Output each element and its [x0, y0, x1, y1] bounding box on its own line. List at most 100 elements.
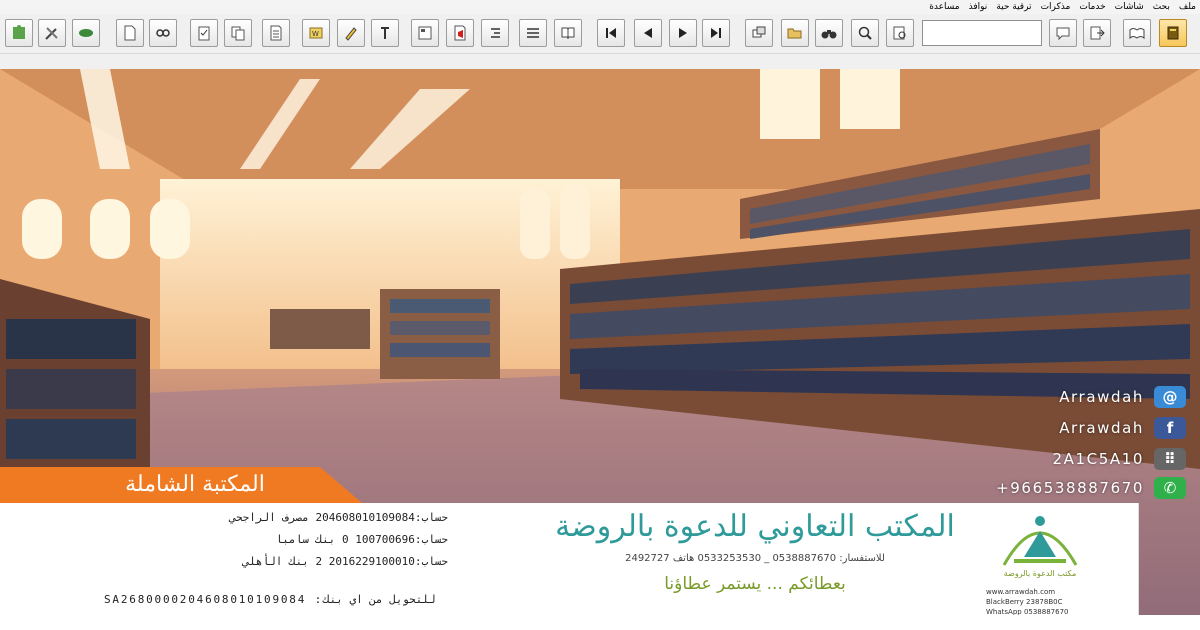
footer-panel: حساب:204608010109084 مصرف الراجحي حساب:1… — [0, 503, 1139, 616]
menu-item[interactable]: ترقية حية — [996, 0, 1031, 14]
zoom-search-button[interactable] — [851, 19, 879, 47]
office-logo: مكتب الدعوة بالروضة www.arrawdah.com Bla… — [984, 507, 1096, 616]
export-icon — [1090, 26, 1105, 40]
first-page-button[interactable] — [597, 19, 625, 47]
menu-bar: ملف بحث شاشات خدمات مذكرات ترقية حية نوافذ مساع… — [0, 0, 1200, 14]
iban-text: SA2680000204608010109084 :للتحويل من اي … — [104, 593, 436, 606]
whatsapp-icon: ✆ — [1154, 477, 1186, 499]
last-page-button[interactable] — [702, 19, 730, 47]
logo-url: www.arrawdah.com — [986, 588, 1056, 596]
library-banner-image: Arrawdah @ Arrawdah f 2A1C5A10 ⠿ +966538887670… — [0, 69, 1200, 630]
first-page-icon — [606, 28, 616, 38]
form-button[interactable] — [411, 19, 439, 47]
contact-text: Arrawdah — [1059, 419, 1144, 437]
menu-item[interactable]: بحث — [1153, 0, 1170, 14]
menu-item[interactable]: نوافذ — [969, 0, 988, 14]
open-folder-icon — [787, 28, 802, 39]
contact-email: Arrawdah @ — [1059, 385, 1186, 409]
book-button[interactable] — [554, 19, 582, 47]
justify-icon — [527, 28, 539, 38]
indent-button[interactable] — [481, 19, 509, 47]
logo-bbm: BlackBerry 23878B0C — [986, 598, 1063, 606]
next-page-button[interactable] — [669, 19, 697, 47]
mosque-logo-icon — [1002, 516, 1078, 566]
open-book-button[interactable] — [1123, 19, 1151, 47]
search-document-button[interactable] — [886, 19, 914, 47]
logo-caption: مكتب الدعوة بالروضة — [1003, 569, 1077, 578]
copy-button[interactable] — [224, 19, 252, 47]
menu-item[interactable]: ملف — [1179, 0, 1196, 14]
contact-text: 2A1C5A10 — [1052, 450, 1144, 468]
word-button[interactable]: W — [302, 19, 330, 47]
binoculars-button[interactable] — [815, 19, 843, 47]
office-slogan: بعطائكم ... يستمر عطاؤنا — [664, 574, 846, 594]
text-format-button[interactable] — [371, 19, 399, 47]
account-samba: حساب:100700696 0 بنك سامبا — [275, 533, 448, 546]
link-icon — [156, 29, 170, 37]
bottom-strip — [0, 615, 1200, 630]
search-input[interactable] — [922, 20, 1042, 46]
leaf-icon — [79, 29, 93, 37]
tools-button[interactable] — [38, 19, 66, 47]
contact-bbm: 2A1C5A10 ⠿ — [1052, 447, 1186, 471]
library-title: المكتبة الشاملة — [125, 472, 265, 497]
menu-item[interactable]: مساعدة — [929, 0, 959, 14]
comment-icon — [1056, 27, 1070, 41]
contact-facebook: Arrawdah f — [1059, 416, 1186, 440]
leaf-button[interactable] — [72, 19, 100, 47]
link-button[interactable] — [149, 19, 177, 47]
logo-info: www.arrawdah.com BlackBerry 23878B0C Wha… — [986, 587, 1096, 617]
contact-text: +966538887670 — [996, 479, 1144, 497]
text-format-icon — [381, 27, 389, 39]
document-list-button[interactable] — [262, 19, 290, 47]
pencil-button[interactable] — [337, 19, 365, 47]
previous-page-button[interactable] — [634, 19, 662, 47]
account-ahli: حساب:2016229100010 2 بنك الأهلي — [242, 555, 448, 568]
word-icon: W — [309, 27, 323, 39]
copy-icon — [231, 26, 245, 41]
document-list-icon — [270, 25, 282, 41]
pencil-icon — [345, 27, 357, 41]
new-document-icon — [124, 25, 136, 41]
search-document-icon — [893, 26, 906, 40]
contact-whatsapp: +966538887670 ✆ — [996, 476, 1186, 500]
library-book-icon — [1167, 26, 1179, 40]
windows-icon — [752, 26, 766, 38]
form-icon — [418, 26, 432, 40]
next-page-icon — [679, 28, 687, 38]
binoculars-icon — [821, 30, 837, 39]
facebook-icon: f — [1154, 417, 1186, 439]
toolbar: W — [0, 15, 1200, 54]
menu-item[interactable]: خدمات — [1079, 0, 1105, 14]
previous-page-icon — [644, 28, 652, 38]
account-rajhi: حساب:204608010109084 مصرف الراجحي — [229, 511, 448, 524]
menu-item[interactable]: شاشات — [1115, 0, 1144, 14]
book-icon — [561, 27, 575, 40]
office-name: المكتب التعاوني للدعوة بالروضة — [555, 509, 955, 544]
puzzle-button[interactable] — [5, 19, 33, 47]
indent-icon — [491, 28, 500, 38]
new-document-button[interactable] — [116, 19, 144, 47]
last-page-icon — [711, 28, 721, 38]
open-book-icon — [1129, 28, 1145, 40]
email-icon: @ — [1154, 386, 1186, 408]
clipboard-button[interactable] — [190, 19, 218, 47]
comment-button[interactable] — [1049, 19, 1077, 47]
windows-button[interactable] — [745, 19, 773, 47]
puzzle-icon — [13, 25, 25, 39]
clipboard-icon — [198, 26, 210, 41]
export-button[interactable] — [1083, 19, 1111, 47]
svg-text:W: W — [312, 30, 319, 38]
zoom-search-icon — [858, 26, 872, 40]
bbm-icon: ⠿ — [1154, 448, 1186, 470]
office-block: المكتب التعاوني للدعوة بالروضة للاستفسار… — [540, 507, 970, 611]
library-title-banner: المكتبة الشاملة — [0, 467, 362, 503]
open-folder-button[interactable] — [781, 19, 809, 47]
pdf-button[interactable] — [446, 19, 474, 47]
menu-item[interactable]: مذكرات — [1041, 0, 1071, 14]
library-book-button[interactable] — [1159, 19, 1187, 47]
tools-icon — [45, 27, 58, 40]
office-phones: للاستفسار: 0538887670 _ 0533253530 هاتف … — [625, 553, 885, 564]
justify-button[interactable] — [519, 19, 547, 47]
contact-text: Arrawdah — [1059, 388, 1144, 406]
